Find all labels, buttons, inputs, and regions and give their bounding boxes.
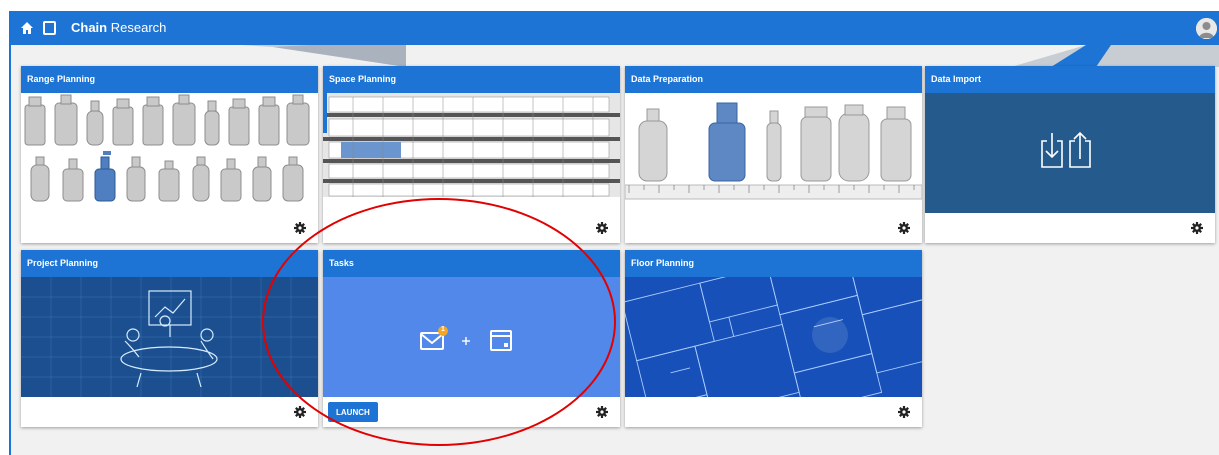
notification-badge: 1: [441, 326, 445, 333]
brand-light: Research: [110, 20, 167, 35]
tile-title: Floor Planning: [625, 250, 922, 277]
user-avatar-icon[interactable]: [1196, 18, 1217, 39]
brand-title: Chain Research: [71, 20, 166, 35]
tile-floor-planning[interactable]: Floor Planning: [625, 250, 922, 427]
tile-title: Data Preparation: [625, 66, 922, 93]
tile-range-planning[interactable]: Range Planning: [21, 66, 318, 243]
bottles-ruler-image: [625, 93, 922, 213]
gear-icon[interactable]: [294, 406, 306, 418]
gear-icon[interactable]: [596, 222, 608, 234]
tile-footer: [21, 213, 318, 243]
gear-icon[interactable]: [596, 406, 608, 418]
import-export-image: [925, 93, 1215, 213]
tile-footer: [625, 397, 922, 427]
meeting-blueprint-image: [21, 277, 318, 397]
tile-footer: [21, 397, 318, 427]
gear-icon[interactable]: [1191, 222, 1203, 234]
tile-footer: LAUNCH: [323, 397, 620, 427]
tile-tasks[interactable]: Tasks 1 LAUNCH: [323, 250, 620, 427]
tile-footer: [925, 213, 1215, 243]
shelf-image: [323, 93, 620, 213]
tile-title: Project Planning: [21, 250, 318, 277]
gear-icon[interactable]: [294, 222, 306, 234]
tile-data-import[interactable]: Data Import: [925, 66, 1215, 243]
gear-icon[interactable]: [898, 222, 910, 234]
tile-project-planning[interactable]: Project Planning: [21, 250, 318, 427]
launch-button[interactable]: LAUNCH: [328, 402, 378, 422]
gear-icon[interactable]: [898, 406, 910, 418]
bottles-image: [21, 93, 318, 213]
tile-title: Range Planning: [21, 66, 318, 93]
brand-bold: Chain: [71, 20, 108, 35]
decorative-banner: [11, 45, 1219, 67]
tile-title: Data Import: [925, 66, 1215, 93]
tasks-image: 1: [323, 277, 620, 397]
app-frame: Chain Research Range Planning Space Plan…: [9, 11, 1219, 455]
floor-plan-image: [625, 277, 922, 397]
tile-data-preparation[interactable]: Data Preparation: [625, 66, 922, 243]
tile-space-planning[interactable]: Space Planning: [323, 66, 620, 243]
tile-title: Space Planning: [323, 66, 620, 93]
top-bar: Chain Research: [11, 11, 1219, 45]
tile-footer: [323, 213, 620, 243]
tile-footer: [625, 213, 922, 243]
tile-title: Tasks: [323, 250, 620, 277]
tablet-icon[interactable]: [43, 21, 56, 35]
home-icon[interactable]: [20, 21, 34, 35]
